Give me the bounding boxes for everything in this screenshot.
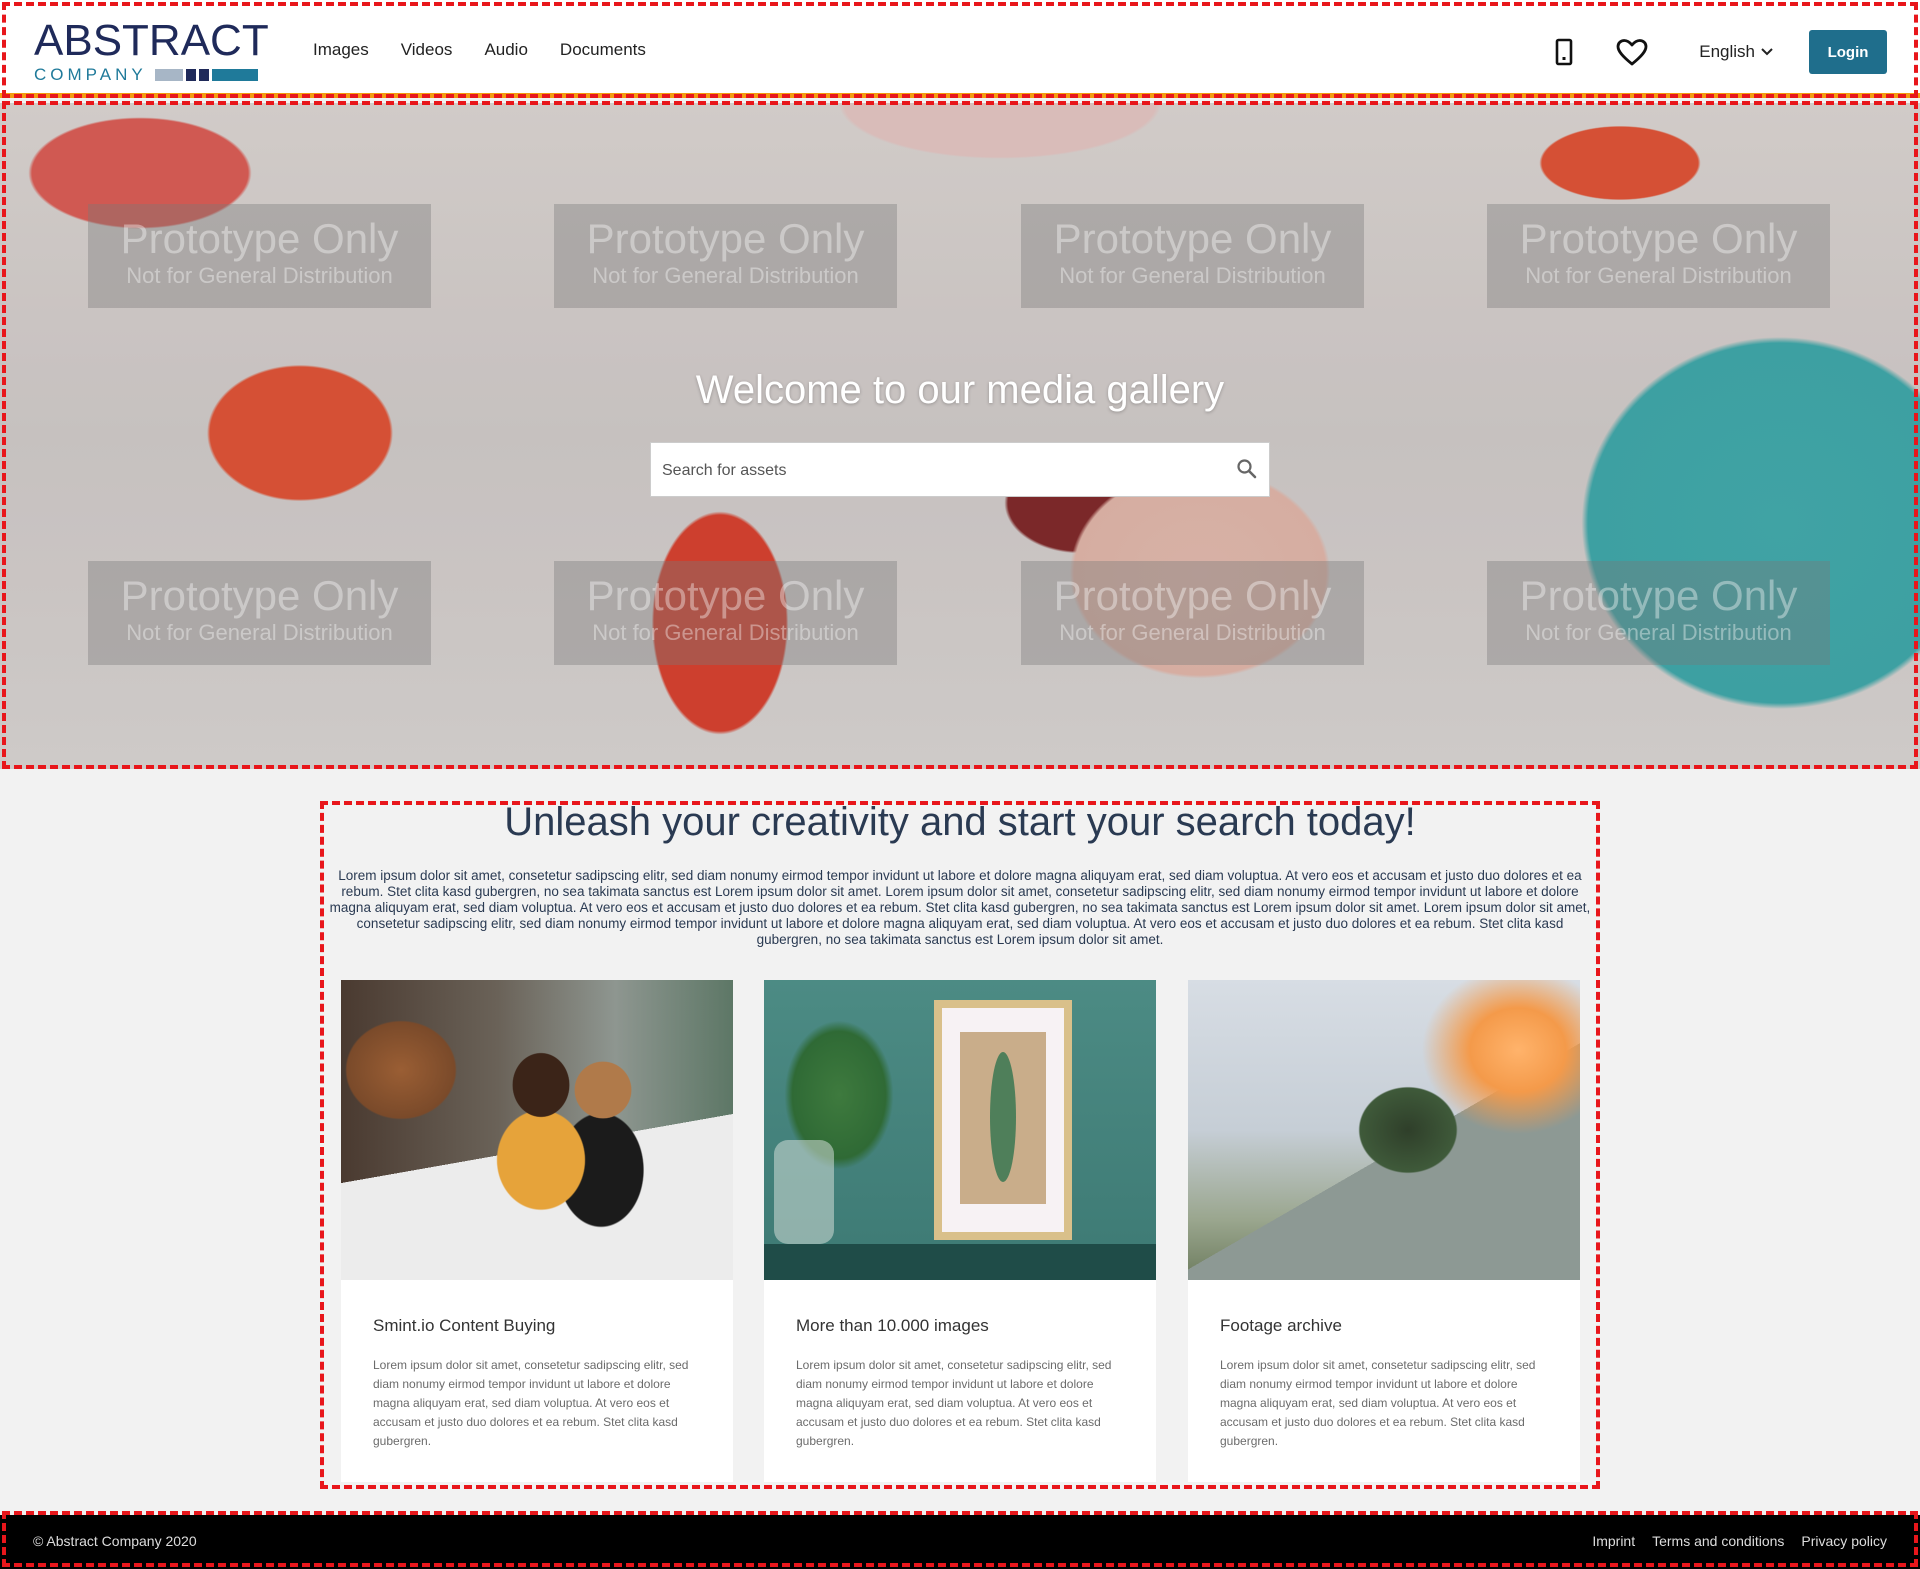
footer-link-imprint[interactable]: Imprint (1592, 1533, 1635, 1549)
prototype-watermark: Prototype Only Not for General Distributi… (1487, 204, 1830, 308)
hero-image (0, 103, 1920, 769)
prototype-watermark: Prototype Only Not for General Distributi… (1487, 561, 1830, 665)
search-icon[interactable] (1235, 457, 1259, 481)
chevron-down-icon (1761, 48, 1773, 56)
prototype-watermark: Prototype Only Not for General Distributi… (554, 204, 897, 308)
feature-card[interactable]: More than 10.000 images Lorem ipsum dolo… (764, 980, 1156, 1482)
nav-item-audio[interactable]: Audio (484, 40, 527, 60)
card-title: Footage archive (1220, 1316, 1342, 1335)
card-image (1188, 980, 1580, 1280)
card-image (341, 980, 733, 1280)
logo-wordmark: ABSTRACT (34, 16, 269, 65)
footer-links: Imprint Terms and conditions Privacy pol… (1592, 1533, 1887, 1549)
language-label: English (1699, 42, 1755, 61)
nav-item-images[interactable]: Images (313, 40, 369, 60)
card-text: Lorem ipsum dolor sit amet, consetetur s… (796, 1358, 1112, 1448)
intro-text: Lorem ipsum dolor sit amet, consetetur s… (329, 868, 1591, 947)
feature-card[interactable]: Footage archive Lorem ipsum dolor sit am… (1188, 980, 1580, 1482)
footer-link-terms[interactable]: Terms and conditions (1652, 1533, 1784, 1549)
logo-bars-icon (154, 69, 261, 81)
copyright-text: © Abstract Company 2020 (33, 1533, 197, 1549)
hero-title: Welcome to our media gallery (695, 368, 1225, 412)
asset-search-box (650, 442, 1270, 498)
card-image (764, 980, 1156, 1280)
logo-company-text: COMPANY (34, 65, 147, 84)
company-logo[interactable]: ABSTRACT COMPANY (34, 18, 274, 84)
card-title: Smint.io Content Buying (373, 1316, 556, 1335)
footer-link-privacy[interactable]: Privacy policy (1801, 1533, 1887, 1549)
prototype-watermark: Prototype Only Not for General Distributi… (1021, 561, 1364, 665)
heart-icon[interactable] (1615, 35, 1649, 69)
hero-banner: Prototype Only Not for General Distributi… (0, 103, 1920, 769)
logo-subline: COMPANY (34, 66, 274, 84)
prototype-watermark: Prototype Only Not for General Distributi… (554, 561, 897, 665)
nav-item-videos[interactable]: Videos (401, 40, 453, 60)
login-button[interactable]: Login (1809, 30, 1887, 74)
site-header: ABSTRACT COMPANY Images Videos Audio Doc… (0, 0, 1920, 98)
card-title: More than 10.000 images (796, 1316, 989, 1335)
nav-item-documents[interactable]: Documents (560, 40, 646, 60)
mobile-device-icon[interactable] (1547, 35, 1581, 69)
language-selector[interactable]: English (1699, 42, 1773, 62)
prototype-watermark: Prototype Only Not for General Distributi… (88, 561, 431, 665)
card-text: Lorem ipsum dolor sit amet, consetetur s… (373, 1358, 689, 1448)
site-footer: © Abstract Company 2020 Imprint Terms an… (0, 1515, 1920, 1569)
header-tools: English Login (1547, 30, 1887, 74)
card-text: Lorem ipsum dolor sit amet, consetetur s… (1220, 1358, 1536, 1448)
intro-title: Unleash your creativity and start your s… (504, 800, 1416, 844)
feature-card[interactable]: Smint.io Content Buying Lorem ipsum dolo… (341, 980, 733, 1482)
prototype-watermark: Prototype Only Not for General Distributi… (1021, 204, 1364, 308)
prototype-watermark: Prototype Only Not for General Distributi… (88, 204, 431, 308)
search-input[interactable] (651, 443, 1204, 498)
main-nav: Images Videos Audio Documents (313, 40, 646, 60)
